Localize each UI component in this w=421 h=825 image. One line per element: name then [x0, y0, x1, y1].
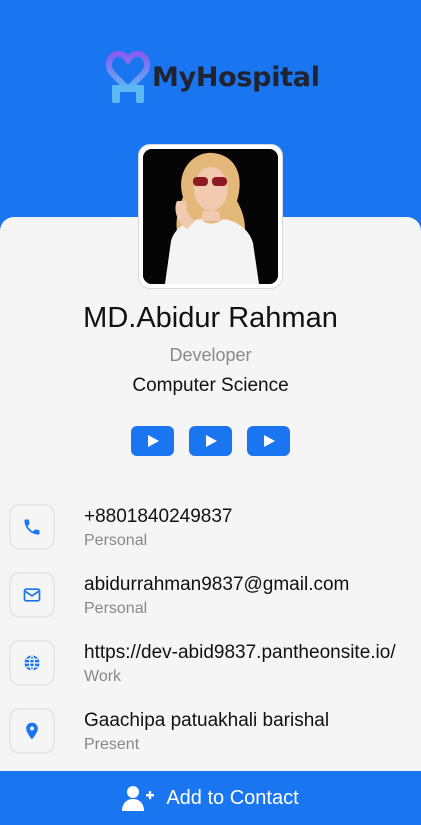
youtube-play-icon: [263, 435, 275, 447]
youtube-button-2[interactable]: [189, 426, 232, 456]
youtube-button-1[interactable]: [131, 426, 174, 456]
profile-name: MD.Abidur Rahman: [83, 302, 338, 334]
phone-icon: [9, 504, 55, 550]
youtube-play-icon: [147, 435, 159, 447]
globe-icon: [9, 640, 55, 686]
location-pin-icon: [9, 708, 55, 754]
youtube-play-icon: [205, 435, 217, 447]
contact-row-address[interactable]: Gaachipa patuakhali barishal Present: [0, 708, 421, 768]
contact-phone-label: Personal: [84, 532, 148, 549]
contact-address-value: Gaachipa patuakhali barishal: [84, 710, 330, 731]
profile-department: Computer Science: [132, 375, 289, 396]
email-icon: [9, 572, 55, 618]
contact-phone-value: +8801840249837: [84, 506, 233, 527]
add-to-contact-label: Add to Contact: [166, 786, 299, 809]
add-to-contact-button[interactable]: Add to Contact: [0, 771, 421, 825]
contact-row-website[interactable]: https://dev-abid9837.pantheonsite.io/ Wo…: [0, 640, 421, 700]
social-links: [131, 426, 290, 456]
profile-role: Developer: [169, 345, 252, 365]
contact-address-label: Present: [84, 736, 140, 753]
brand-name: MyHospital: [152, 61, 320, 93]
contact-row-phone[interactable]: +8801840249837 Personal: [0, 504, 421, 564]
contact-website-label: Work: [84, 668, 122, 685]
contact-website-value[interactable]: https://dev-abid9837.pantheonsite.io/: [84, 642, 409, 664]
contact-email-label: Personal: [84, 600, 148, 617]
profile-photo: [143, 149, 278, 284]
brand-logo: MyHospital: [106, 49, 320, 105]
hospital-heart-logo-icon: [106, 49, 150, 105]
contact-email-value: abidurrahman9837@gmail.com: [84, 574, 350, 595]
youtube-button-3[interactable]: [247, 426, 290, 456]
avatar: [138, 144, 283, 289]
add-user-icon: [122, 786, 155, 811]
contact-row-email[interactable]: abidurrahman9837@gmail.com Personal: [0, 572, 421, 632]
